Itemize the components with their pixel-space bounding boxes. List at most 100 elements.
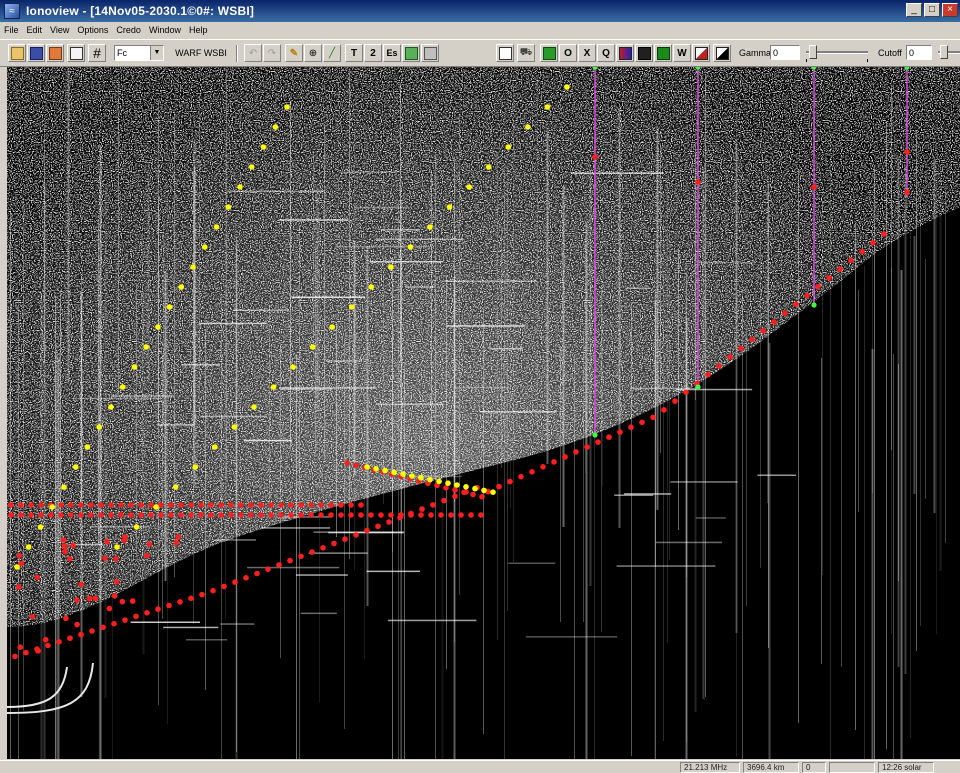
yellow-marker [225, 204, 232, 210]
red-marker [793, 301, 799, 308]
echo-band [627, 287, 651, 289]
display-green-button[interactable] [402, 44, 420, 62]
menu-options[interactable]: Options [73, 25, 112, 35]
red-marker [551, 459, 557, 465]
red-marker [168, 502, 174, 508]
save-button[interactable] [27, 44, 45, 62]
echo-band [444, 280, 537, 282]
redo-icon: ↷ [267, 47, 277, 59]
red-marker [148, 512, 154, 518]
yellow-marker [37, 524, 44, 530]
lock-button[interactable]: ⊕ [304, 44, 322, 62]
redo-button[interactable]: ↷ [263, 44, 281, 62]
chevron-down-icon: ▼ [150, 46, 163, 60]
table-icon [498, 46, 512, 60]
ramp-flat-button[interactable] [713, 44, 731, 62]
car-icon: ⛟ [519, 46, 533, 58]
gamma-slider[interactable] [806, 44, 868, 62]
red-marker [78, 581, 84, 588]
red-marker [419, 506, 425, 512]
q-mode-button[interactable]: Q [597, 44, 615, 62]
red-marker [177, 599, 183, 605]
yellow-marker [418, 475, 424, 481]
red-marker [113, 556, 119, 562]
green-square-icon [404, 46, 418, 60]
menu-bar: File Edit View Options Credo Window Help [0, 22, 960, 38]
ramp-button[interactable] [692, 44, 710, 62]
red-marker [89, 628, 95, 634]
red-marker [18, 502, 24, 508]
minimize-button[interactable]: _ [906, 3, 922, 17]
ionogram-plot[interactable] [7, 67, 960, 759]
red-marker [573, 449, 579, 455]
red-marker [70, 542, 76, 549]
yellow-marker [178, 284, 185, 290]
w-mode-button[interactable]: W [673, 44, 691, 62]
red-marker [438, 512, 444, 518]
echo-band [339, 171, 399, 173]
red-marker [158, 502, 164, 508]
color-map-button[interactable] [616, 44, 634, 62]
menu-credo[interactable]: Credo [112, 25, 145, 35]
cutoff-slider-thumb[interactable] [940, 45, 948, 59]
copy-button[interactable] [67, 44, 85, 62]
echo-band [243, 439, 293, 442]
red-marker [78, 631, 84, 638]
trace-es-button[interactable]: Es [383, 44, 401, 62]
red-marker [278, 512, 284, 518]
green-map-button[interactable] [654, 44, 672, 62]
echo-band [111, 395, 174, 397]
menu-help[interactable]: Help [185, 25, 212, 35]
echo-band [227, 190, 325, 193]
red-marker [815, 283, 821, 290]
close-button[interactable]: × [942, 3, 958, 17]
menu-view[interactable]: View [46, 25, 73, 35]
display-gray-button[interactable] [421, 44, 439, 62]
echo-band [89, 526, 151, 528]
menu-window[interactable]: Window [145, 25, 185, 35]
trace-2-button[interactable]: 2 [364, 44, 382, 62]
table-button[interactable] [496, 44, 514, 62]
menu-edit[interactable]: Edit [23, 25, 47, 35]
echo-band [623, 493, 672, 495]
red-marker [61, 543, 68, 549]
open-file-button[interactable] [8, 44, 26, 62]
gamma-slider-thumb[interactable] [809, 45, 817, 59]
undo-button[interactable]: ↶ [244, 44, 262, 62]
red-marker [672, 398, 678, 404]
cutoff-field[interactable]: 0 [906, 45, 932, 60]
gamma-field[interactable]: 0 [770, 45, 800, 60]
red-marker [804, 292, 810, 299]
pencil-button[interactable]: ✎ [285, 44, 303, 62]
menu-file[interactable]: File [0, 25, 23, 35]
mode-select[interactable]: Fc ▼ [114, 45, 164, 61]
trace-t-button[interactable]: T [345, 44, 363, 62]
grid-icon: # [93, 45, 101, 61]
dark-map-button[interactable] [635, 44, 653, 62]
red-marker [98, 512, 104, 518]
grid-button[interactable]: # [88, 44, 106, 62]
green-target-icon [542, 46, 556, 60]
red-marker [16, 552, 23, 559]
ionogram-canvas[interactable] [7, 67, 960, 759]
car-button[interactable]: ⛟ [517, 44, 535, 62]
maximize-button[interactable]: □ [924, 3, 940, 17]
echo-band [670, 481, 738, 483]
red-marker [42, 636, 49, 643]
yellow-marker [544, 104, 551, 110]
line-tool-button[interactable]: ╱ [323, 44, 341, 62]
red-marker [298, 502, 304, 508]
red-marker [128, 502, 134, 508]
green-target-button[interactable] [540, 44, 558, 62]
o-mode-button[interactable]: O [559, 44, 577, 62]
cutoff-slider[interactable] [938, 44, 960, 62]
red-marker [448, 512, 454, 518]
title-bar: ≈ Ionoview - [14Nov05-2030.1©0#: WSBI] _… [0, 0, 960, 22]
echo-band [200, 415, 267, 418]
open-batch-button[interactable] [46, 44, 64, 62]
yellow-marker [349, 304, 355, 310]
echo-band [130, 621, 200, 623]
green-marker [592, 432, 598, 438]
red-marker [358, 502, 364, 508]
x-mode-button[interactable]: X [578, 44, 596, 62]
